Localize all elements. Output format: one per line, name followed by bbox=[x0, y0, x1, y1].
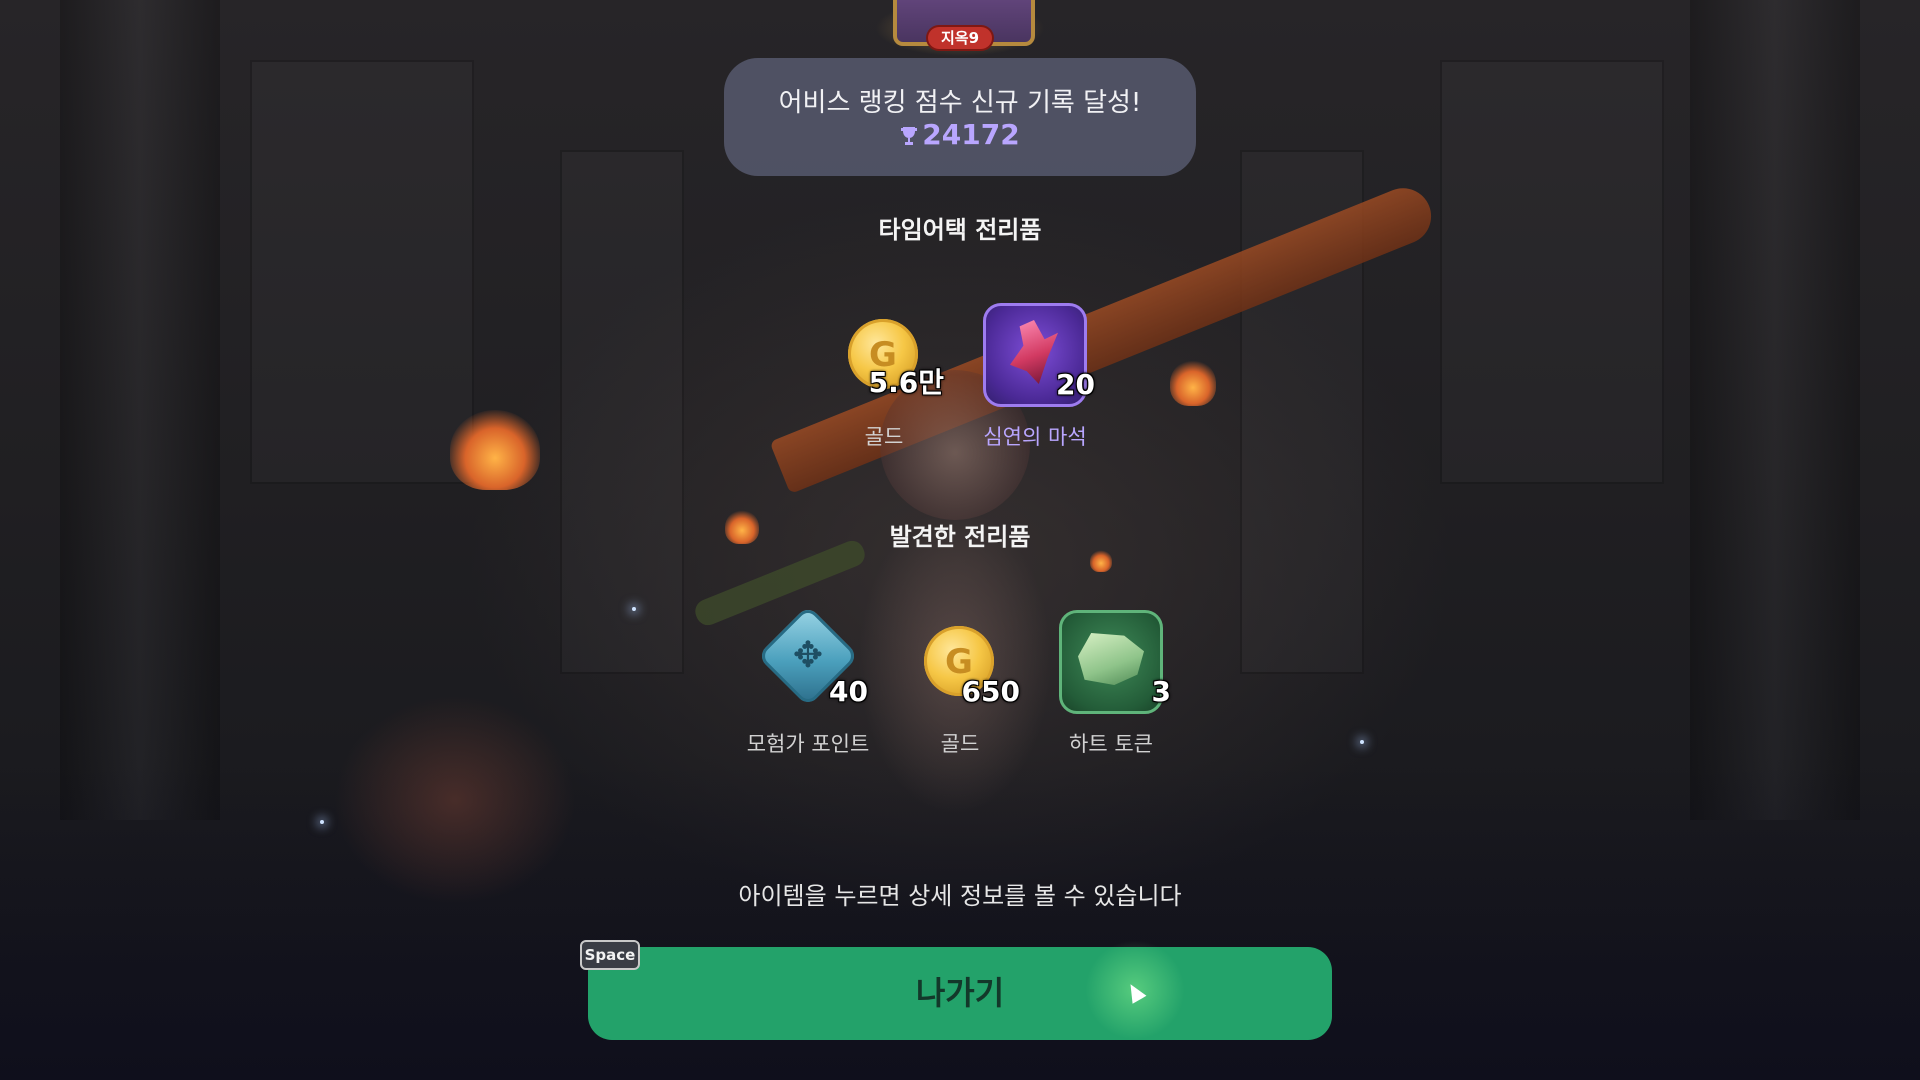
heart-token-icon bbox=[1059, 610, 1163, 714]
time-attack-loot-title: 타임어택 전리품 bbox=[878, 216, 1042, 244]
new-record-panel: 어비스 랭킹 점수 신규 기록 달성! 24172 bbox=[724, 58, 1196, 176]
space-key-hint: Space bbox=[580, 940, 640, 970]
item-quantity: 3 bbox=[1151, 675, 1171, 708]
found-loot-title: 발견한 전리품 bbox=[889, 523, 1031, 551]
record-score: 24172 bbox=[724, 118, 1196, 151]
hint-text: 아이템을 누르면 상세 정보를 볼 수 있습니다 bbox=[738, 882, 1182, 910]
item-label: 심연의 마석 bbox=[983, 425, 1087, 449]
record-title: 어비스 랭킹 점수 신규 기록 달성! bbox=[778, 88, 1142, 118]
trophy-icon bbox=[901, 127, 918, 145]
loot-item-heart-token[interactable]: 3 하트 토큰 bbox=[1036, 610, 1186, 758]
exit-button[interactable]: 나가기 bbox=[588, 947, 1332, 1040]
item-quantity: 5.6만 bbox=[868, 366, 944, 399]
item-quantity: 20 bbox=[1056, 368, 1095, 401]
item-quantity: 650 bbox=[961, 675, 1020, 708]
item-label: 하트 토큰 bbox=[1069, 732, 1153, 756]
loot-item-gold[interactable]: G 5.6만 골드 bbox=[809, 303, 959, 451]
item-label: 모험가 포인트 bbox=[746, 732, 870, 756]
loot-item-gold[interactable]: G 650 골드 bbox=[885, 610, 1035, 758]
item-label: 골드 bbox=[864, 425, 904, 449]
loot-item-adventurer-point[interactable]: ✥ 40 모험가 포인트 bbox=[733, 605, 883, 758]
loot-item-abyss-crystal[interactable]: 20 심연의 마석 bbox=[960, 303, 1110, 451]
record-score-value: 24172 bbox=[922, 118, 1020, 151]
item-quantity: 40 bbox=[829, 675, 868, 708]
item-label: 골드 bbox=[940, 732, 980, 756]
floor-tag: 지옥9 bbox=[928, 27, 992, 49]
